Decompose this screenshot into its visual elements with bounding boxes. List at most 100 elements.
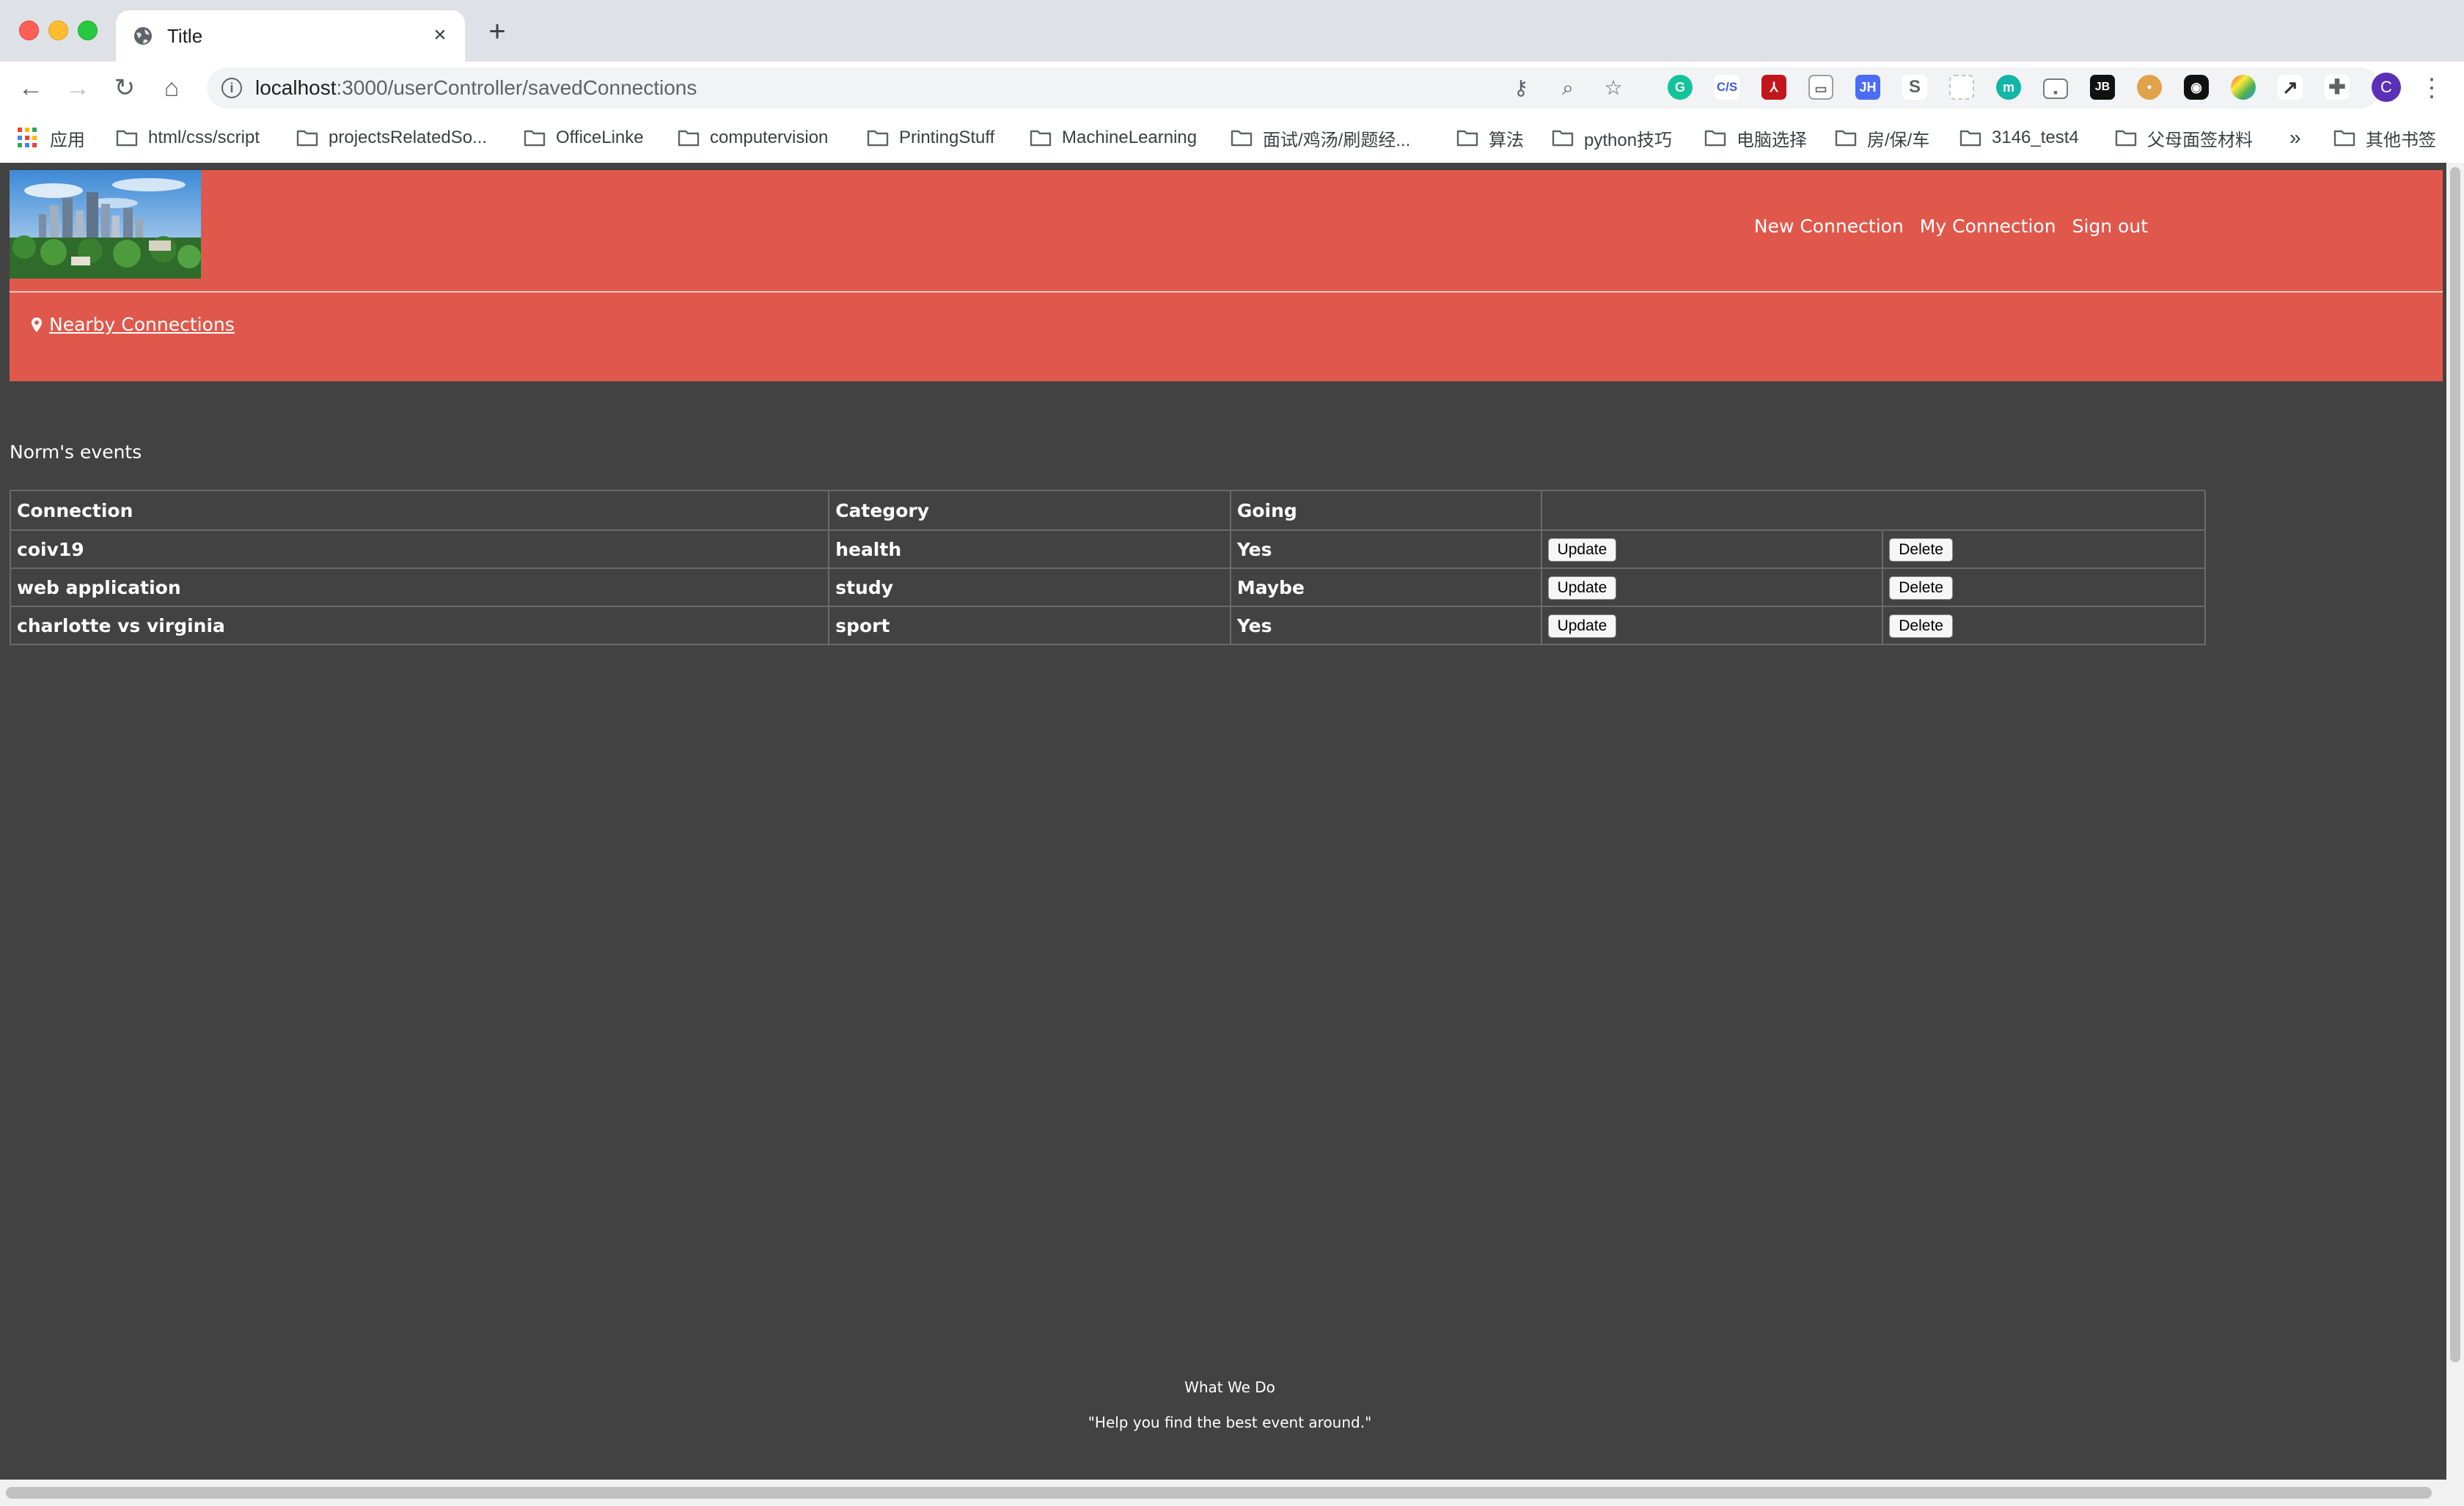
pdf-icon[interactable]: ⅄ bbox=[1761, 75, 1786, 100]
delete-button[interactable]: Delete bbox=[1889, 614, 1953, 638]
reload-button[interactable]: ↻ bbox=[110, 73, 139, 103]
nav-my-connection[interactable]: My Connection bbox=[1920, 216, 2056, 238]
browser-menu-icon[interactable]: ⋮ bbox=[2419, 73, 2445, 103]
bookmark-interview[interactable]: 面试/鸡汤/刷题经... bbox=[1231, 123, 1410, 153]
jb-icon[interactable]: JB bbox=[2090, 75, 2115, 100]
wallet-icon[interactable]: ▪ bbox=[2043, 78, 2068, 100]
bookmark-label: 应用 bbox=[50, 130, 85, 150]
folder-icon bbox=[2333, 129, 2355, 147]
horizontal-scrollbar[interactable] bbox=[0, 1480, 2446, 1506]
window-minimize-button[interactable] bbox=[48, 21, 68, 40]
bookmark-machinelearning[interactable]: MachineLearning bbox=[1030, 123, 1197, 153]
forward-button[interactable]: → bbox=[63, 73, 92, 103]
bookmark-3146-test4[interactable]: 3146_test4 bbox=[1959, 123, 2079, 153]
bookmark-label: 3146_test4 bbox=[1992, 128, 2079, 147]
update-button[interactable]: Update bbox=[1547, 576, 1617, 600]
cell-going: Yes bbox=[1229, 529, 1542, 569]
bookmark-label: projectsRelatedSo... bbox=[329, 128, 488, 147]
nearby-connections-link[interactable]: Nearby Connections bbox=[49, 314, 235, 335]
bookmark-python-tips[interactable]: python技巧 bbox=[1552, 123, 1672, 153]
update-button[interactable]: Update bbox=[1547, 614, 1617, 638]
cell-going: Maybe bbox=[1229, 567, 1542, 607]
bookmark-officelinke[interactable]: OfficeLinke bbox=[524, 123, 644, 153]
cell-delete: Delete bbox=[1882, 606, 2206, 645]
vertical-scroll-thumb[interactable] bbox=[2450, 167, 2460, 1362]
bookmark-html-css-script[interactable]: html/css/script bbox=[116, 123, 260, 153]
bookmark-algorithms[interactable]: 算法 bbox=[1456, 123, 1524, 153]
bookmark-label: OfficeLinke bbox=[556, 128, 644, 147]
page-title: Norm's events bbox=[10, 441, 142, 463]
folder-icon bbox=[524, 129, 546, 147]
nearby-connections: Nearby Connections bbox=[32, 314, 235, 335]
bookmark-house-insurance-car[interactable]: 房/保/车 bbox=[1835, 123, 1929, 153]
grammarly-icon[interactable]: G bbox=[1668, 75, 1693, 100]
dark-icon[interactable]: ◉ bbox=[2184, 75, 2209, 100]
back-button[interactable]: ← bbox=[16, 73, 45, 103]
chart-icon[interactable]: ↗ bbox=[2278, 75, 2303, 100]
update-button[interactable]: Update bbox=[1547, 537, 1617, 562]
m-icon[interactable]: m bbox=[1996, 75, 2021, 100]
tab-title: Title bbox=[167, 25, 203, 47]
bookmarks-bar: 应用 html/css/script projectsRelatedSo... Off… bbox=[0, 114, 2464, 164]
colorful-icon[interactable] bbox=[2231, 75, 2256, 100]
bookmark-label: 其他书签 bbox=[2366, 130, 2436, 150]
bookmark-printingstuff[interactable]: PrintingStuff bbox=[867, 123, 994, 153]
jh-icon[interactable]: JH bbox=[1855, 75, 1880, 100]
footer-title: What We Do bbox=[1184, 1378, 1275, 1396]
zoom-icon[interactable]: ⌕ bbox=[1555, 75, 1581, 101]
folder-icon bbox=[1704, 129, 1726, 147]
folder-icon bbox=[1959, 129, 1981, 147]
map-pin-icon bbox=[32, 317, 42, 332]
cell-category: study bbox=[828, 567, 1231, 607]
folder-icon bbox=[116, 129, 138, 147]
header-divider bbox=[10, 291, 2443, 293]
key-icon[interactable]: ⚷ bbox=[1508, 75, 1534, 101]
bookmark-computervision[interactable]: computervision bbox=[678, 123, 828, 153]
horizontal-scroll-thumb[interactable] bbox=[6, 1487, 2432, 1499]
profile-avatar[interactable]: C bbox=[2372, 73, 2401, 102]
s-icon[interactable]: S bbox=[1902, 75, 1927, 100]
tab-close-icon[interactable]: × bbox=[427, 22, 453, 48]
info-icon[interactable]: i bbox=[221, 78, 242, 98]
cell-update: Update bbox=[1540, 567, 1884, 607]
vertical-scrollbar[interactable] bbox=[2446, 163, 2464, 1480]
bookmark-label: 面试/鸡汤/刷题经... bbox=[1263, 130, 1411, 150]
bookmark-label: python技巧 bbox=[1584, 130, 1673, 150]
column-header-going: Going bbox=[1229, 490, 1542, 531]
tab-strip: Title × + bbox=[0, 0, 2464, 62]
folder-icon bbox=[867, 129, 889, 147]
bookmark-label: PrintingStuff bbox=[899, 128, 995, 147]
cookie-icon[interactable]: • bbox=[2137, 75, 2162, 100]
bookmark-parents-visa[interactable]: 父母面签材料 bbox=[2115, 123, 2253, 153]
bookmark-apps[interactable]: 应用 bbox=[18, 123, 85, 153]
dashed-icon[interactable] bbox=[1949, 75, 1974, 100]
folder-icon bbox=[2115, 129, 2137, 147]
new-tab-button[interactable]: + bbox=[484, 17, 510, 46]
delete-button[interactable]: Delete bbox=[1889, 537, 1953, 562]
bookmark-projectsrelated[interactable]: projectsRelatedSo... bbox=[296, 123, 487, 153]
window-maximize-button[interactable] bbox=[78, 21, 98, 40]
table-header-row: Connection Category Going bbox=[9, 490, 2207, 531]
css-icon[interactable]: C/S bbox=[1715, 75, 1739, 100]
cell-update: Update bbox=[1540, 606, 1884, 645]
cell-connection: coiv19 bbox=[9, 529, 830, 569]
nav-new-connection[interactable]: New Connection bbox=[1754, 216, 1904, 238]
nav-sign-out[interactable]: Sign out bbox=[2072, 216, 2148, 238]
bookmark-other-bookmarks[interactable]: 其他书签 bbox=[2333, 123, 2436, 153]
bookmark-star-icon[interactable]: ☆ bbox=[1600, 75, 1627, 101]
cast-icon[interactable]: ▭ bbox=[1808, 75, 1833, 100]
cell-going: Yes bbox=[1229, 606, 1542, 645]
table-row: charlotte vs virginia sport Yes Update D… bbox=[9, 606, 2206, 645]
url-text[interactable]: localhost:3000/userController/savedConne… bbox=[255, 77, 697, 99]
bookmark-overflow[interactable]: » bbox=[2289, 123, 2301, 153]
city-skyline-logo[interactable] bbox=[10, 170, 201, 279]
window-close-button[interactable] bbox=[19, 21, 39, 40]
home-button[interactable]: ⌂ bbox=[157, 73, 186, 103]
site-header: New Connection My Connection Sign out Ne… bbox=[10, 170, 2443, 381]
puzzle-icon[interactable]: ✚ bbox=[2325, 75, 2350, 100]
cell-connection: charlotte vs virginia bbox=[9, 606, 830, 645]
delete-button[interactable]: Delete bbox=[1889, 576, 1953, 600]
bookmark-computer-choice[interactable]: 电脑选择 bbox=[1704, 123, 1807, 153]
browser-tab[interactable]: Title × bbox=[116, 10, 465, 62]
bookmark-label: 电脑选择 bbox=[1737, 130, 1807, 150]
